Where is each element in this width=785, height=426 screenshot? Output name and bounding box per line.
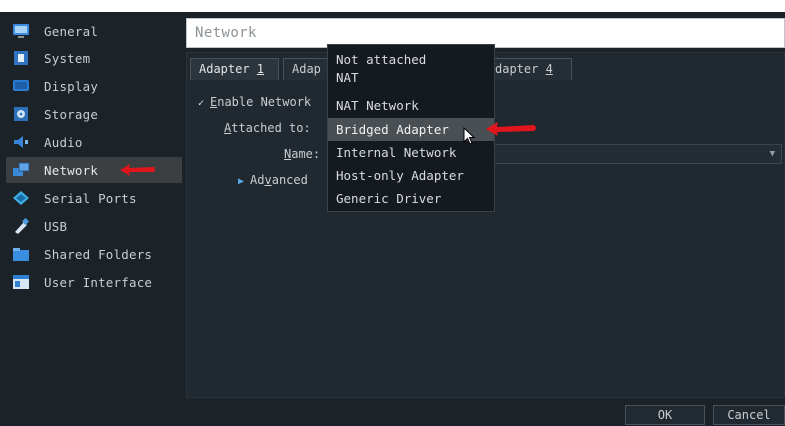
chevron-down-icon: ▼ — [769, 149, 775, 159]
advanced-label: anced — [271, 173, 308, 187]
display-icon — [12, 78, 30, 94]
tab-label: Adap — [292, 62, 321, 76]
tab-adapter-4[interactable]: dapter 4 — [494, 58, 572, 80]
sidebar-item-serial-ports[interactable]: Serial Ports — [6, 185, 182, 211]
window-icon — [12, 274, 30, 290]
chip-icon — [12, 50, 30, 66]
sidebar-item-network[interactable]: Network — [6, 157, 182, 183]
label-text: ame: — [291, 147, 321, 161]
tab-label: Adapter — [199, 62, 257, 76]
sidebar-item-label: Display — [44, 78, 99, 94]
dropdown-option-host-only-adapter[interactable]: Host-only Adapter — [328, 164, 494, 187]
sidebar-item-label: USB — [44, 218, 68, 234]
name-label: Name: — [284, 147, 320, 161]
folder-icon — [12, 246, 30, 262]
cancel-button[interactable]: Cancel — [713, 405, 785, 425]
attached-to-label: Attached to: — [224, 121, 311, 135]
page-title: Network — [195, 25, 257, 41]
serial-icon — [12, 190, 30, 206]
sidebar-item-storage[interactable]: Storage — [6, 101, 182, 127]
sidebar-item-usb[interactable]: USB — [6, 213, 182, 239]
disk-icon — [12, 106, 30, 122]
network-icon — [12, 162, 30, 178]
label-text: ttached to: — [231, 121, 311, 135]
sidebar-item-shared-folders[interactable]: Shared Folders — [6, 241, 182, 267]
dropdown-option-generic-driver[interactable]: Generic Driver — [328, 187, 494, 210]
sidebar: General System Display Storage Audio Net… — [0, 12, 184, 402]
sidebar-item-label: User Interface — [44, 274, 153, 290]
advanced-label: Ad — [250, 173, 265, 187]
mouse-cursor-icon — [463, 127, 476, 145]
dropdown-option-nat-network[interactable]: NAT Network — [328, 94, 494, 117]
sidebar-item-label: System — [44, 50, 91, 66]
sidebar-item-system[interactable]: System — [6, 45, 182, 71]
sidebar-item-general[interactable]: General — [6, 18, 182, 44]
sidebar-item-label: Shared Folders — [44, 246, 153, 262]
enable-network-checkbox[interactable]: ✓ Enable Network — [198, 95, 311, 109]
tab-adapter-1[interactable]: Adapter 1 — [190, 58, 279, 80]
ok-button[interactable]: OK — [625, 405, 705, 425]
monitor-icon — [12, 23, 30, 39]
sidebar-item-audio[interactable]: Audio — [6, 129, 182, 155]
tab-mnemonic: 1 — [256, 62, 265, 76]
red-annotation-arrow — [120, 164, 155, 176]
red-annotation-arrow — [486, 122, 536, 136]
sidebar-item-label: Serial Ports — [44, 190, 137, 206]
tab-label: dapter — [495, 62, 546, 76]
sidebar-item-display[interactable]: Display — [6, 73, 182, 99]
usb-icon — [12, 218, 30, 234]
checkmark-icon: ✓ — [198, 98, 205, 109]
dropdown-option-nat[interactable]: NAT — [328, 68, 494, 88]
sidebar-item-user-interface[interactable]: User Interface — [6, 269, 182, 295]
expand-triangle-icon: ▶ — [238, 176, 245, 187]
sidebar-item-label: Storage — [44, 106, 99, 122]
mnemonic: v — [264, 173, 272, 187]
advanced-toggle[interactable]: ▶ Advanced — [238, 173, 308, 187]
name-select[interactable]: ▼ — [488, 144, 782, 164]
speaker-icon — [12, 134, 30, 150]
sidebar-item-label: General — [44, 23, 99, 39]
tab-adapter-2[interactable]: Adap — [283, 58, 329, 80]
tab-mnemonic: 4 — [545, 62, 553, 76]
sidebar-item-label: Audio — [44, 134, 83, 150]
checkbox-label: nable Network — [217, 95, 312, 109]
settings-window: General System Display Storage Audio Net… — [0, 0, 785, 426]
sidebar-item-label: Network — [44, 162, 99, 178]
